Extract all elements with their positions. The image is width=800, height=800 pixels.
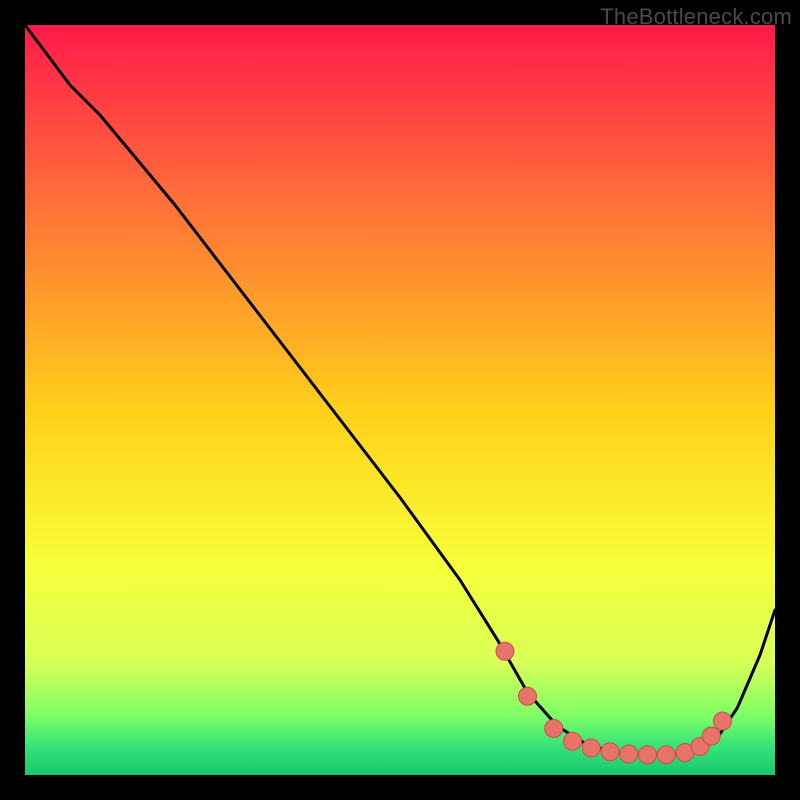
gradient-background [25, 25, 775, 775]
curve-marker [657, 746, 675, 764]
curve-marker [496, 642, 514, 660]
curve-marker [564, 732, 582, 750]
curve-marker [639, 746, 657, 764]
curve-marker [545, 720, 563, 738]
curve-marker [519, 687, 537, 705]
curve-marker [714, 712, 732, 730]
watermark-label: TheBottleneck.com [600, 4, 792, 30]
chart-frame: TheBottleneck.com [0, 0, 800, 800]
plot-area [25, 25, 775, 775]
curve-marker [620, 745, 638, 763]
curve-marker [601, 743, 619, 761]
chart-svg [25, 25, 775, 775]
curve-marker [582, 739, 600, 757]
curve-marker [702, 727, 720, 745]
